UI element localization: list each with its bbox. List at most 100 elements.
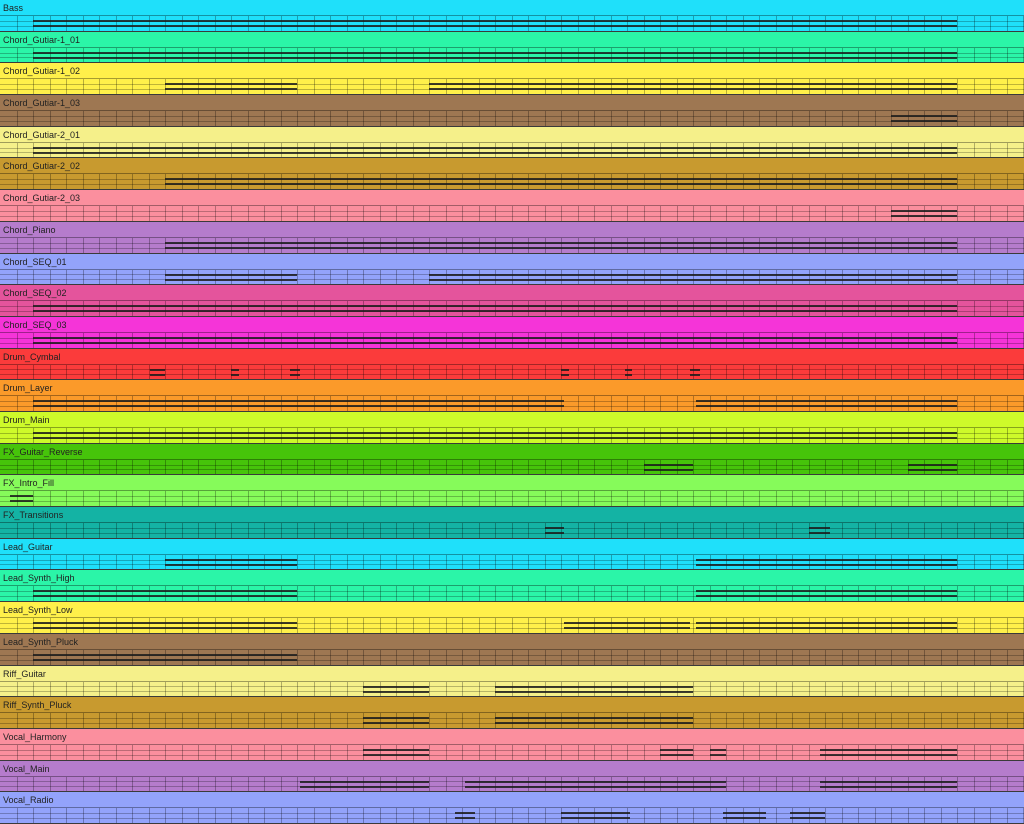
track-lead-synth-pluck[interactable]: Lead_Synth_Pluck: [0, 634, 1024, 666]
audio-clip[interactable]: [809, 523, 830, 538]
track-lead-guitar[interactable]: Lead_Guitar: [0, 539, 1024, 571]
track-drum-main[interactable]: Drum_Main: [0, 412, 1024, 444]
track-lane[interactable]: [0, 712, 1024, 728]
audio-clip[interactable]: [820, 777, 957, 792]
track-lane[interactable]: [0, 807, 1024, 823]
track-lead-synth-low[interactable]: Lead_Synth_Low: [0, 602, 1024, 634]
track-chord-seq-02[interactable]: Chord_SEQ_02: [0, 285, 1024, 317]
track-lane[interactable]: [0, 554, 1024, 570]
track-fx-transitions[interactable]: FX_Transitions: [0, 507, 1024, 539]
audio-clip[interactable]: [564, 618, 689, 633]
audio-clip[interactable]: [165, 174, 957, 189]
audio-clip[interactable]: [465, 777, 726, 792]
audio-clip[interactable]: [790, 808, 825, 823]
track-bass[interactable]: Bass: [0, 0, 1024, 32]
audio-clip[interactable]: [33, 301, 957, 316]
audio-clip[interactable]: [363, 745, 429, 760]
track-drum-layer[interactable]: Drum_Layer: [0, 380, 1024, 412]
audio-clip[interactable]: [165, 79, 297, 94]
track-lane[interactable]: [0, 205, 1024, 221]
track-lane[interactable]: [0, 364, 1024, 380]
track-drum-cymbal[interactable]: Drum_Cymbal: [0, 349, 1024, 381]
audio-clip[interactable]: [710, 745, 727, 760]
track-lane[interactable]: [0, 744, 1024, 760]
track-lane[interactable]: [0, 585, 1024, 601]
audio-clip[interactable]: [165, 555, 297, 570]
track-chord-gutiar-1-02[interactable]: Chord_Gutiar-1_02: [0, 63, 1024, 95]
track-lane[interactable]: [0, 47, 1024, 63]
track-chord-gutiar-1-01[interactable]: Chord_Gutiar-1_01: [0, 32, 1024, 64]
track-vocal-main[interactable]: Vocal_Main: [0, 761, 1024, 793]
track-chord-piano[interactable]: Chord_Piano: [0, 222, 1024, 254]
track-lane[interactable]: [0, 459, 1024, 475]
audio-clip[interactable]: [363, 713, 429, 728]
audio-clip[interactable]: [165, 270, 297, 285]
audio-clip[interactable]: [290, 365, 300, 380]
audio-clip[interactable]: [10, 491, 33, 506]
track-vocal-radio[interactable]: Vocal_Radio: [0, 792, 1024, 824]
audio-clip[interactable]: [696, 396, 957, 411]
track-lane[interactable]: [0, 395, 1024, 411]
track-lane[interactable]: [0, 15, 1024, 31]
track-chord-seq-03[interactable]: Chord_SEQ_03: [0, 317, 1024, 349]
audio-clip[interactable]: [723, 808, 766, 823]
track-lane[interactable]: [0, 237, 1024, 253]
audio-clip[interactable]: [660, 745, 693, 760]
track-lane[interactable]: [0, 776, 1024, 792]
audio-clip[interactable]: [33, 333, 957, 348]
audio-clip[interactable]: [33, 16, 957, 31]
track-lane[interactable]: [0, 681, 1024, 697]
audio-clip[interactable]: [363, 682, 429, 697]
audio-clip[interactable]: [891, 206, 957, 221]
audio-clip[interactable]: [644, 460, 694, 475]
audio-clip[interactable]: [696, 618, 957, 633]
track-lane[interactable]: [0, 427, 1024, 443]
audio-clip[interactable]: [696, 555, 957, 570]
track-chord-gutiar-2-01[interactable]: Chord_Gutiar-2_01: [0, 127, 1024, 159]
audio-clip[interactable]: [33, 428, 957, 443]
track-lane[interactable]: [0, 300, 1024, 316]
audio-clip[interactable]: [33, 143, 957, 158]
audio-clip[interactable]: [908, 460, 958, 475]
track-chord-gutiar-2-02[interactable]: Chord_Gutiar-2_02: [0, 158, 1024, 190]
audio-clip[interactable]: [455, 808, 475, 823]
track-vocal-harmony[interactable]: Vocal_Harmony: [0, 729, 1024, 761]
track-lane[interactable]: [0, 173, 1024, 189]
audio-clip[interactable]: [545, 523, 565, 538]
track-lane[interactable]: [0, 142, 1024, 158]
track-lane[interactable]: [0, 110, 1024, 126]
audio-clip[interactable]: [33, 48, 957, 63]
audio-clip[interactable]: [561, 808, 630, 823]
track-fx-guitar-reverse[interactable]: FX_Guitar_Reverse: [0, 444, 1024, 476]
track-riff-synth-pluck[interactable]: Riff_Synth_Pluck: [0, 697, 1024, 729]
audio-clip[interactable]: [429, 79, 957, 94]
track-fx-intro-fill[interactable]: FX_Intro_Fill: [0, 475, 1024, 507]
audio-clip[interactable]: [429, 270, 957, 285]
track-riff-guitar[interactable]: Riff_Guitar: [0, 666, 1024, 698]
track-lead-synth-high[interactable]: Lead_Synth_High: [0, 570, 1024, 602]
audio-clip[interactable]: [33, 396, 564, 411]
track-lane[interactable]: [0, 649, 1024, 665]
audio-clip[interactable]: [891, 111, 957, 126]
audio-clip[interactable]: [495, 713, 693, 728]
audio-clip[interactable]: [165, 238, 957, 253]
audio-clip[interactable]: [561, 365, 569, 380]
audio-clip[interactable]: [150, 365, 165, 380]
track-lane[interactable]: [0, 617, 1024, 633]
audio-clip[interactable]: [33, 586, 297, 601]
track-lane[interactable]: [0, 522, 1024, 538]
track-lane[interactable]: [0, 78, 1024, 94]
audio-clip[interactable]: [820, 745, 957, 760]
audio-clip[interactable]: [300, 777, 429, 792]
track-chord-seq-01[interactable]: Chord_SEQ_01: [0, 254, 1024, 286]
audio-clip[interactable]: [690, 365, 700, 380]
track-lane[interactable]: [0, 269, 1024, 285]
track-lane[interactable]: [0, 490, 1024, 506]
track-lane[interactable]: [0, 332, 1024, 348]
audio-clip[interactable]: [231, 365, 239, 380]
audio-clip[interactable]: [33, 618, 297, 633]
audio-clip[interactable]: [495, 682, 693, 697]
audio-clip[interactable]: [696, 586, 957, 601]
audio-clip[interactable]: [625, 365, 632, 380]
track-chord-gutiar-1-03[interactable]: Chord_Gutiar-1_03: [0, 95, 1024, 127]
